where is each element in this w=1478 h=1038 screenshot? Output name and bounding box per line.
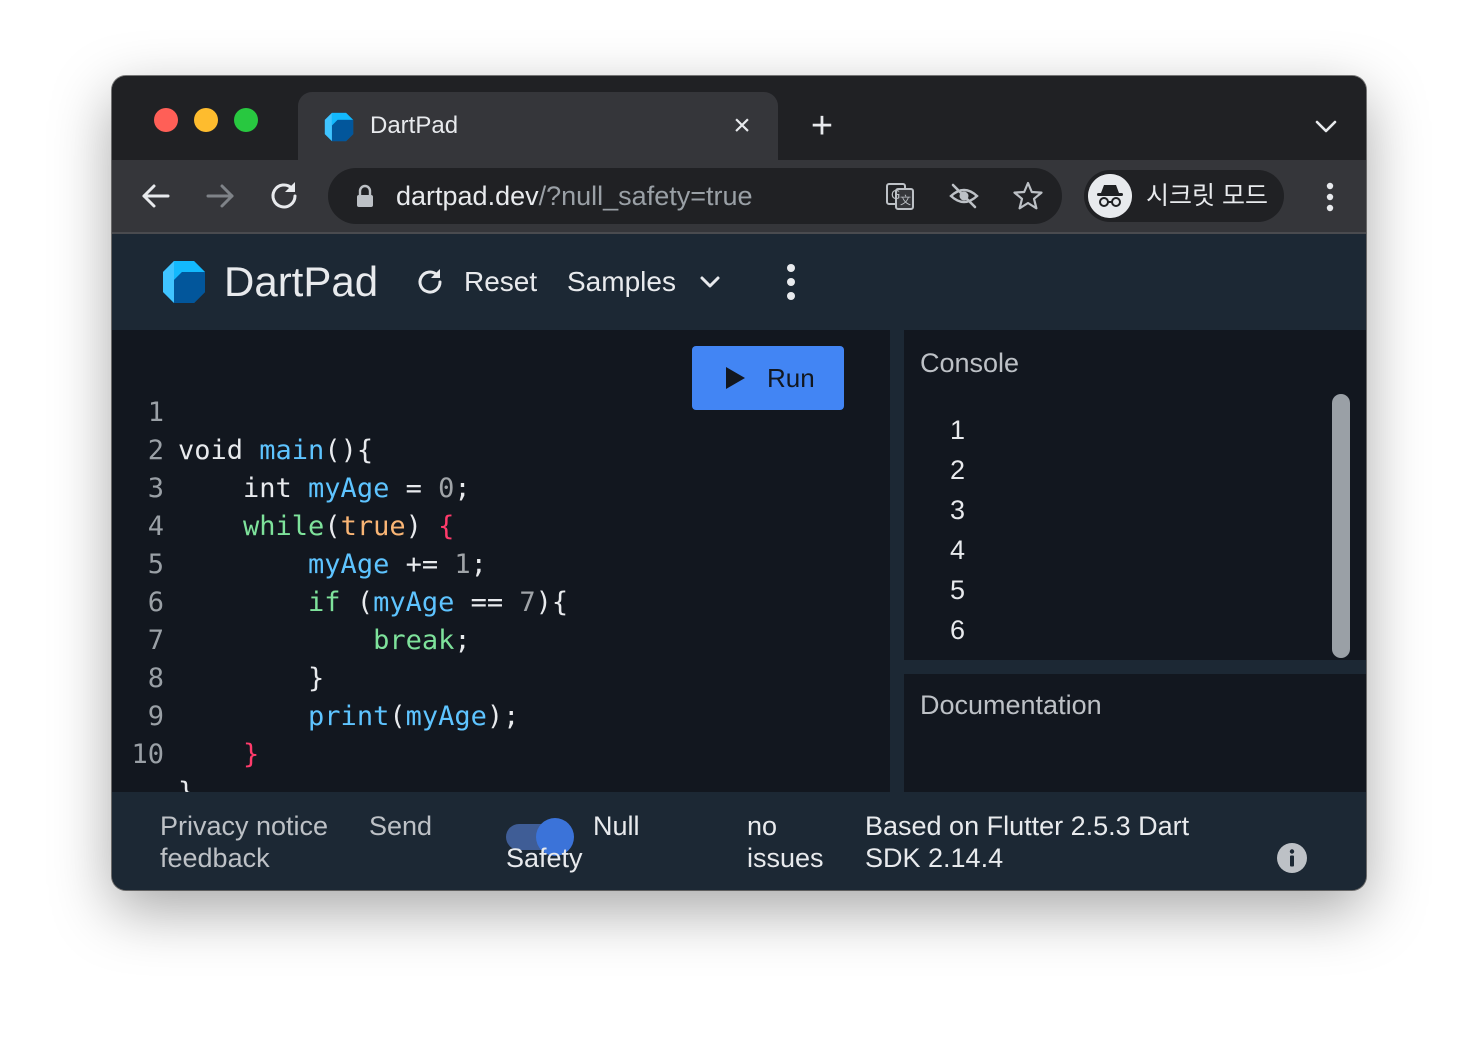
sdk-version: Based on Flutter 2.5.3 Dart	[865, 811, 1190, 841]
console-panel: Console 1 2 3 4 5 6	[904, 330, 1366, 660]
code-line: 8 print(myAge);	[112, 622, 872, 732]
samples-button[interactable]: Samples	[567, 264, 676, 300]
lock-icon[interactable]	[354, 184, 376, 208]
eye-off-icon[interactable]	[948, 180, 980, 212]
forward-arrow-icon[interactable]	[202, 178, 238, 214]
footer: Privacy notice Send feedback Null Safety…	[112, 792, 1366, 890]
minimize-window-button[interactable]	[194, 108, 218, 132]
console-scrollbar[interactable]	[1332, 394, 1350, 658]
close-window-button[interactable]	[154, 108, 178, 132]
null-safety-label: Null	[593, 811, 640, 841]
code-line: 6 break;	[112, 546, 872, 656]
address-bar[interactable]: dartpad.dev/?null_safety=true G 文	[328, 168, 1062, 224]
console-output-line: 6	[950, 615, 966, 645]
send-feedback-link[interactable]: Send	[369, 810, 432, 842]
dart-favicon-icon	[324, 112, 354, 142]
run-button-label: Run	[767, 363, 815, 393]
documentation-panel: Documentation	[904, 674, 1366, 792]
code-editor[interactable]: 1 void main(){ 2 int myAge = 0; 3 while(…	[112, 330, 890, 808]
tab-search-chevron-icon[interactable]	[1312, 112, 1340, 140]
star-icon[interactable]	[1012, 180, 1044, 212]
console-output-line: 1	[950, 415, 966, 445]
privacy-notice-link[interactable]: Privacy notice	[160, 810, 328, 842]
app-title: DartPad	[224, 258, 379, 305]
tab-strip: DartPad × +	[112, 76, 1366, 160]
browser-toolbar: dartpad.dev/?null_safety=true G 文 시크릿 모드	[112, 160, 1366, 234]
code-line: 4 myAge += 1;	[112, 470, 872, 580]
tab-close-icon[interactable]: ×	[726, 110, 758, 142]
svg-text:文: 文	[900, 193, 911, 207]
code-line: 5 if (myAge == 7){	[112, 508, 872, 618]
svg-text:G: G	[891, 188, 900, 202]
maximize-window-button[interactable]	[234, 108, 258, 132]
incognito-label: 시크릿 모드	[1146, 182, 1268, 210]
sdk-version-line2: SDK 2.14.4	[865, 843, 1004, 873]
url-path: /?null_safety=true	[538, 181, 753, 211]
null-safety-label-line2: Safety	[506, 843, 583, 873]
dartpad-header: DartPad Reset Samples	[112, 234, 1366, 330]
console-output-line: 5	[950, 575, 966, 605]
info-icon[interactable]	[1276, 842, 1308, 874]
console-output-line: 3	[950, 495, 966, 525]
tab-dartpad[interactable]: DartPad ×	[298, 92, 778, 160]
play-icon	[726, 367, 745, 389]
new-tab-icon[interactable]: +	[804, 107, 840, 145]
chevron-down-icon[interactable]	[696, 268, 724, 296]
incognito-icon	[1088, 174, 1132, 218]
more-options-icon[interactable]	[786, 262, 796, 302]
vertical-splitter[interactable]	[890, 330, 904, 792]
reset-button[interactable]: Reset	[464, 264, 537, 300]
console-output-line: 2	[950, 455, 966, 485]
run-button[interactable]: Run	[692, 346, 844, 410]
code-line: 7 }	[112, 584, 872, 694]
issues-status[interactable]: no	[747, 810, 777, 842]
kebab-menu-icon[interactable]	[1326, 182, 1334, 212]
console-title: Console	[920, 348, 1020, 378]
tab-title: DartPad	[370, 112, 459, 139]
horizontal-splitter[interactable]	[904, 660, 1366, 674]
browser-window: DartPad × + dartpad.dev/?null_safety=tru	[112, 76, 1366, 890]
documentation-title: Documentation	[920, 690, 1102, 720]
back-arrow-icon[interactable]	[138, 178, 174, 214]
issues-status-line2[interactable]: issues	[747, 842, 824, 874]
code-line: 3 while(true) {	[112, 432, 872, 542]
incognito-indicator[interactable]: 시크릿 모드	[1084, 170, 1284, 222]
url-host: dartpad.dev	[396, 181, 539, 211]
console-output-line: 4	[950, 535, 966, 565]
send-feedback-link-line2[interactable]: feedback	[160, 842, 270, 874]
url-text[interactable]: dartpad.dev/?null_safety=true	[396, 180, 753, 212]
code-line: 10 }	[112, 698, 872, 808]
reset-icon[interactable]	[414, 266, 446, 298]
code-line: 9 }	[112, 660, 872, 770]
reload-icon[interactable]	[266, 178, 302, 214]
dart-logo-icon	[163, 261, 205, 303]
line-number: 10	[131, 739, 164, 770]
translate-icon[interactable]: G 文	[884, 180, 916, 212]
